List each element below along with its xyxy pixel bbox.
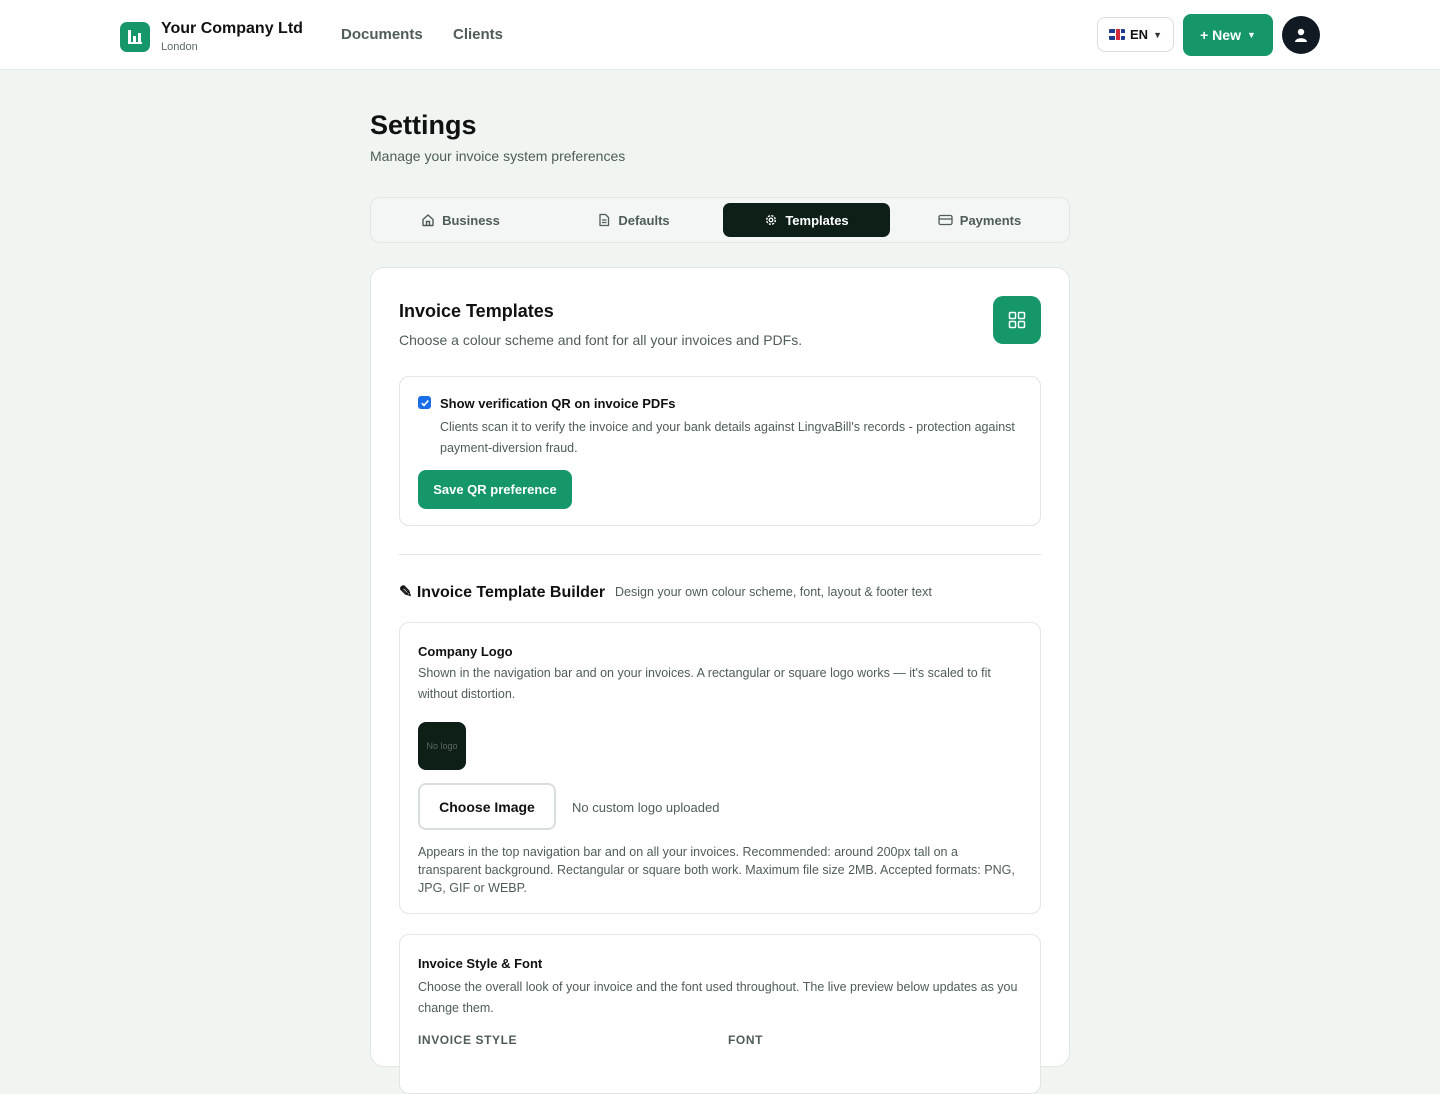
page-subtitle: Manage your invoice system preferences bbox=[370, 148, 626, 164]
logo-upload-status: No custom logo uploaded bbox=[572, 800, 720, 815]
tab-templates-label: Templates bbox=[785, 212, 849, 228]
home-icon bbox=[422, 214, 434, 227]
user-icon bbox=[1295, 28, 1307, 42]
page-title: Settings bbox=[370, 110, 477, 140]
qr-preference-section: Show verification QR on invoice PDFs Cli… bbox=[399, 376, 1041, 526]
checkmark-icon bbox=[420, 399, 429, 407]
language-selector[interactable]: EN ▼ bbox=[1097, 17, 1174, 52]
grid-icon bbox=[993, 296, 1041, 344]
qr-description: Clients scan it to verify the invoice an… bbox=[440, 420, 1015, 455]
qr-checkbox[interactable] bbox=[418, 396, 431, 409]
chevron-down-icon: ▼ bbox=[1153, 29, 1162, 40]
language-code: EN bbox=[1130, 27, 1149, 42]
tab-templates[interactable]: Templates bbox=[723, 203, 890, 237]
nav-documents-link[interactable]: Documents bbox=[341, 26, 423, 43]
tab-business-label: Business bbox=[442, 212, 500, 228]
logo-help-text: Appears in the top navigation bar and on… bbox=[418, 845, 1015, 895]
chevron-down-icon: ▼ bbox=[1246, 30, 1256, 40]
credit-card-icon bbox=[938, 214, 953, 226]
tab-payments-label: Payments bbox=[959, 212, 1022, 228]
new-button-label: + New bbox=[1200, 27, 1241, 43]
brand[interactable]: Your Company Ltd London bbox=[120, 20, 303, 53]
logo-preview: No logo bbox=[418, 722, 466, 770]
divider bbox=[399, 554, 1041, 555]
nav-clients-link[interactable]: Clients bbox=[453, 26, 503, 43]
tab-defaults-label: Defaults bbox=[618, 212, 670, 228]
style-section-description: Choose the overall look of your invoice … bbox=[418, 980, 1018, 1015]
tab-defaults[interactable]: Defaults bbox=[550, 203, 717, 237]
qr-checkbox-label[interactable]: Show verification QR on invoice PDFs bbox=[440, 396, 676, 411]
logo-section-title: Company Logo bbox=[418, 644, 513, 659]
company-name: Your Company Ltd bbox=[161, 20, 303, 37]
templates-card: Invoice Templates Choose a colour scheme… bbox=[370, 267, 1070, 1094]
settings-tabs: Business Defaults Templates Payments bbox=[370, 197, 1070, 243]
invoice-style-label: INVOICE STYLE bbox=[418, 1033, 518, 1047]
font-label: FONT bbox=[728, 1033, 764, 1047]
save-qr-button[interactable]: Save QR preference bbox=[418, 470, 572, 509]
style-section-title: Invoice Style & Font bbox=[418, 956, 543, 971]
company-logo-icon bbox=[120, 21, 150, 52]
choose-image-button[interactable]: Choose Image bbox=[418, 783, 556, 830]
card-subtitle: Choose a colour scheme and font for all … bbox=[399, 332, 803, 348]
tab-payments[interactable]: Payments bbox=[896, 203, 1063, 237]
style-font-section: Invoice Style & Font Choose the overall … bbox=[399, 934, 1041, 1094]
company-logo-section: Company Logo Shown in the navigation bar… bbox=[399, 622, 1041, 914]
company-city: London bbox=[161, 41, 198, 53]
gear-icon bbox=[766, 214, 777, 226]
logo-section-description: Shown in the navigation bar and on your … bbox=[418, 666, 991, 701]
document-icon bbox=[599, 213, 610, 227]
builder-title: ✎ Invoice Template Builder bbox=[399, 584, 606, 601]
top-navbar: Your Company Ltd London Documents Client… bbox=[0, 0, 1440, 70]
user-avatar[interactable] bbox=[1282, 16, 1320, 54]
tab-business[interactable]: Business bbox=[377, 203, 544, 237]
uk-flag-icon bbox=[1109, 29, 1125, 40]
builder-subtitle: Design your own colour scheme, font, lay… bbox=[615, 585, 932, 599]
card-title: Invoice Templates bbox=[399, 301, 554, 321]
new-button[interactable]: + New ▼ bbox=[1183, 14, 1273, 56]
